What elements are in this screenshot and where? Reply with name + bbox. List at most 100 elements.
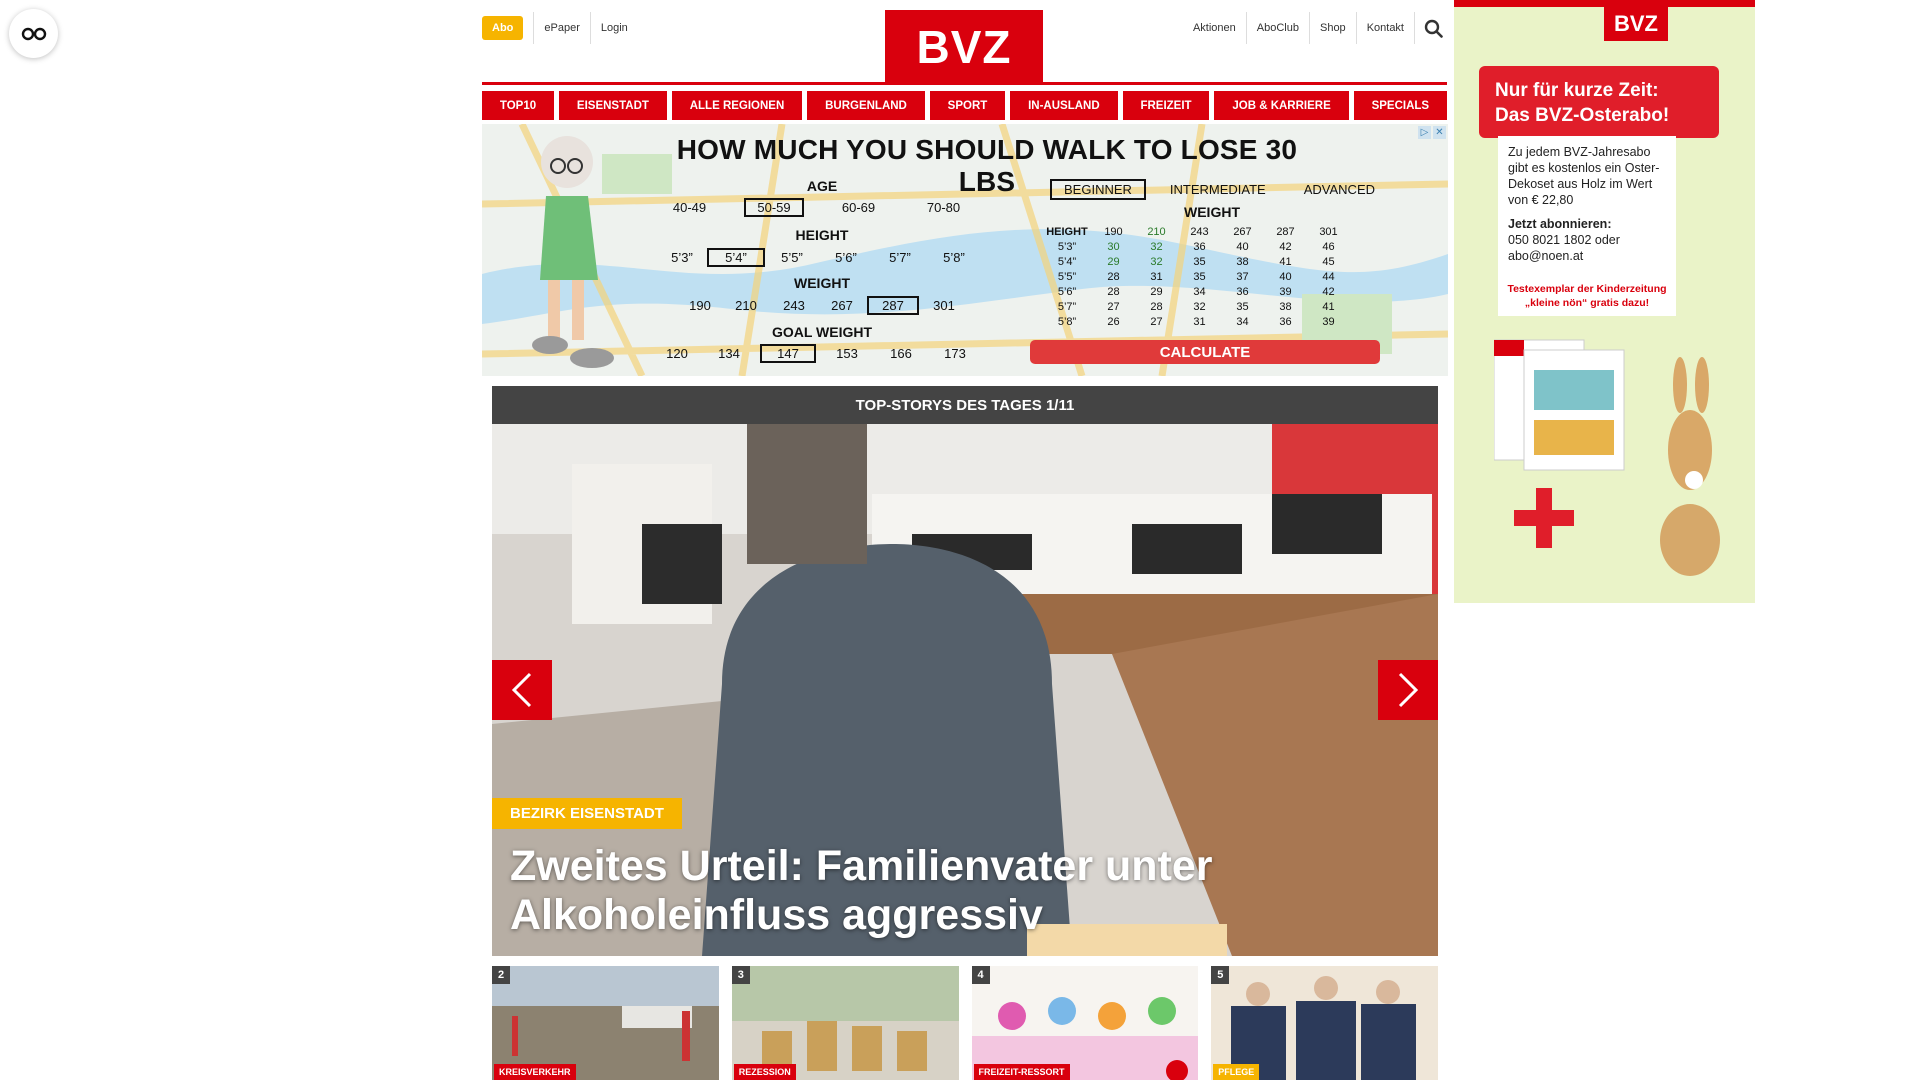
abo-button[interactable]: Abo	[482, 15, 524, 40]
nav-item-burgenland[interactable]: BURGENLAND	[807, 91, 925, 120]
age-options: 40-49 50-59 60-69 70-80	[647, 198, 986, 217]
table-cell: 38	[1279, 300, 1292, 313]
goal-weight-label: GOAL WEIGHT	[771, 324, 873, 340]
story-thumbnail[interactable]: 2 KREISVERKEHR	[492, 966, 719, 1080]
thumbnail-tag: FREIZEIT-RESSORT	[973, 1064, 1070, 1080]
premium-badge-icon	[1166, 1060, 1189, 1080]
nav-item-job-karriere[interactable]: JOB & KARRIERE	[1214, 91, 1349, 120]
thumbnail-number: 3	[731, 966, 750, 984]
table-cell: 28	[1107, 270, 1120, 283]
side-ad-body: Zu jedem BVZ-Jahresabo gibt es kostenlos…	[1508, 145, 1660, 207]
table-cell: 35	[1193, 255, 1206, 268]
table-col: 243	[1190, 225, 1209, 238]
age-option[interactable]: 70-80	[901, 200, 986, 215]
height-option[interactable]: 5’3”	[657, 250, 707, 265]
nav-item-sport[interactable]: SPORT	[929, 91, 1006, 120]
table-cell: 39	[1322, 315, 1335, 328]
site-logo[interactable]: BVZ	[885, 10, 1043, 84]
nav-item-specials[interactable]: SPECIALS	[1353, 91, 1447, 120]
search-icon	[1424, 19, 1443, 38]
table-cell: 31	[1193, 315, 1206, 328]
weight-option[interactable]: 243	[769, 298, 819, 313]
goal-option[interactable]: 153	[820, 346, 874, 361]
newspaper-stack-illustration	[1494, 339, 1625, 471]
weight-options: 190 210 243 267 287 301	[677, 296, 967, 315]
chevron-right-icon	[1398, 672, 1419, 708]
aboclub-link[interactable]: AboClub	[1247, 12, 1310, 44]
nav-item-freizeit[interactable]: FREIZEIT	[1122, 91, 1210, 120]
nav-item-top10[interactable]: TOP10	[482, 91, 555, 120]
story-headline[interactable]: Zweites Urteil: Familienvater unter Alko…	[510, 842, 1390, 940]
story-category-tag[interactable]: BEZIRK EISENSTADT	[492, 798, 682, 829]
reader-mode-button[interactable]	[9, 9, 58, 58]
table-cell: 28	[1150, 300, 1163, 313]
story-thumbnail[interactable]: 4 FREIZEIT-RESSORT	[971, 966, 1199, 1080]
table-cell: 34	[1193, 285, 1206, 298]
story-thumbnails: 2 KREISVERKEHR 3 REZESSION 4 FREIZEIT-RE…	[492, 966, 1438, 1080]
epaper-link[interactable]: ePaper	[533, 11, 589, 44]
goal-option[interactable]: 134	[702, 346, 756, 361]
weight-option[interactable]: 210	[723, 298, 769, 313]
kontakt-link[interactable]: Kontakt	[1357, 12, 1415, 44]
weight-option-selected[interactable]: 287	[867, 296, 919, 315]
login-link[interactable]: Login	[589, 11, 638, 44]
age-option-selected[interactable]: 50-59	[744, 198, 804, 217]
table-cell: 38	[1236, 255, 1249, 268]
side-ad-osterabo[interactable]: BVZ Nur für kurze Zeit: Das BVZ-Osterabo…	[1454, 0, 1755, 603]
level-option[interactable]: INTERMEDIATE	[1158, 181, 1278, 198]
roadwork-photo	[492, 966, 719, 1080]
ad-choices[interactable]: ▷ ✕	[1418, 126, 1446, 139]
plus-icon	[1514, 488, 1574, 548]
shop-link[interactable]: Shop	[1310, 12, 1357, 44]
table-row: 5’3” 30 32 36 40 42 46	[1042, 239, 1350, 254]
header-divider	[482, 82, 1447, 85]
table-cell: 41	[1322, 300, 1335, 313]
age-label: AGE	[806, 178, 838, 194]
weight-option[interactable]: 190	[677, 298, 723, 313]
thumbnail-number: 2	[492, 966, 510, 984]
height-option[interactable]: 5’7”	[873, 250, 927, 265]
side-ad-cta-title: Jetzt abonnieren:	[1508, 217, 1612, 231]
nav-item-in-ausland[interactable]: IN-AUSLAND	[1010, 91, 1118, 120]
colorful-figures-graphic	[971, 966, 1199, 1080]
calculate-button[interactable]: CALCULATE	[1030, 340, 1380, 364]
ad-info-icon[interactable]: ▷	[1418, 126, 1431, 139]
goal-option[interactable]: 166	[874, 346, 928, 361]
table-cell: 35	[1193, 270, 1206, 283]
table-cell: 36	[1193, 240, 1206, 253]
story-thumbnail[interactable]: 3 REZESSION	[731, 966, 959, 1080]
age-option[interactable]: 60-69	[816, 200, 901, 215]
walk-ad-banner[interactable]: ▷ ✕ HOW MUCH YOU SHOULD WALK TO LOSE 30 …	[482, 124, 1448, 376]
search-button[interactable]	[1419, 12, 1447, 44]
table-cell: 32	[1150, 240, 1163, 253]
height-option-selected[interactable]: 5’4”	[707, 248, 765, 267]
age-option[interactable]: 40-49	[647, 200, 732, 215]
nav-item-eisenstadt[interactable]: EISENSTADT	[559, 91, 667, 120]
table-row: 5’8” 26 27 31 34 36 39	[1042, 314, 1350, 329]
side-ad-banner: Nur für kurze Zeit: Das BVZ-Osterabo!	[1479, 66, 1719, 138]
height-option[interactable]: 5’8”	[927, 250, 981, 265]
site-header: Abo ePaper Login BVZ Aktionen AboClub Sh…	[482, 0, 1447, 85]
height-option[interactable]: 5’6”	[819, 250, 873, 265]
slider-prev-button[interactable]	[492, 660, 552, 720]
table-col: 301	[1319, 225, 1338, 238]
table-cell: 36	[1279, 315, 1292, 328]
height-option[interactable]: 5’5”	[765, 250, 819, 265]
slider-next-button[interactable]	[1378, 660, 1438, 720]
goal-option-selected[interactable]: 147	[760, 344, 816, 363]
weight-option[interactable]: 301	[921, 298, 967, 313]
banner-line-2: Das BVZ-Osterabo!	[1495, 105, 1670, 126]
story-thumbnail[interactable]: 5 PFLEGE	[1211, 966, 1438, 1080]
nav-item-alle-regionen[interactable]: ALLE REGIONEN	[671, 91, 803, 120]
table-row: 5’4” 29 32 35 38 41 45	[1042, 254, 1350, 269]
level-option-selected[interactable]: BEGINNER	[1050, 179, 1146, 200]
weight-option[interactable]: 267	[819, 298, 865, 313]
ad-close-icon[interactable]: ✕	[1433, 126, 1446, 139]
table-cell: 31	[1150, 270, 1163, 283]
goal-option[interactable]: 173	[928, 346, 982, 361]
level-option[interactable]: ADVANCED	[1292, 181, 1387, 198]
goal-option[interactable]: 120	[652, 346, 702, 361]
goal-weight-options: 120 134 147 153 166 173	[652, 344, 982, 363]
aktionen-link[interactable]: Aktionen	[1183, 12, 1247, 44]
thumbnail-tag: KREISVERKEHR	[494, 1064, 576, 1080]
